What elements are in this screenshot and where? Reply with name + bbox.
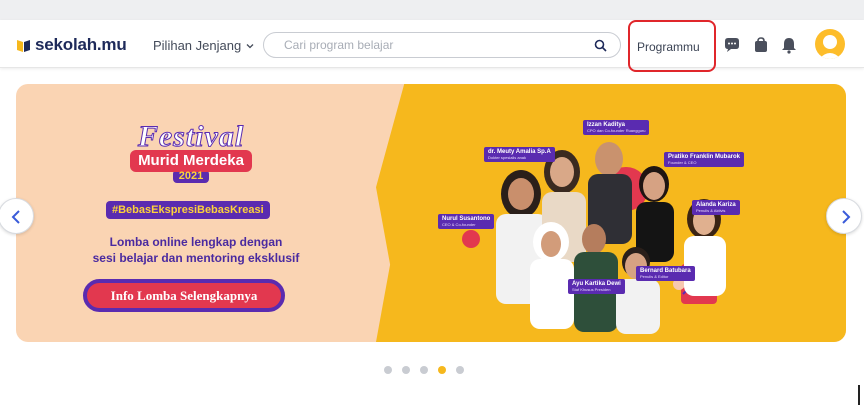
- festival-title: Festival: [137, 120, 245, 153]
- chevron-right-icon: [842, 210, 851, 224]
- speaker-tag-1: Izzan Kaditya CPO dan Co-founder Ruanggur…: [583, 120, 650, 135]
- book-logo-icon: [17, 39, 30, 52]
- hero-banner[interactable]: Festival Murid Merdeka 2021 #BebasEkspre…: [16, 84, 846, 342]
- programmu-link[interactable]: Programmu: [628, 20, 716, 72]
- carousel-dot-3[interactable]: [420, 366, 428, 374]
- info-lomba-button[interactable]: Info Lomba Selengkapnya: [83, 279, 285, 312]
- sekolahmu-logo[interactable]: sekolah.mu: [16, 35, 127, 55]
- banner-description: Lomba online lengkap dengan sesi belajar…: [76, 234, 316, 266]
- chevron-down-icon: [246, 43, 254, 48]
- speaker-tag-6: Ayu Kartika Dewi Staf Khusus Presiden: [568, 279, 625, 294]
- pilihan-jenjang-dropdown[interactable]: Pilihan Jenjang: [153, 38, 255, 53]
- search-icon[interactable]: [594, 39, 607, 52]
- jenjang-label: Pilihan Jenjang: [153, 38, 242, 53]
- programmu-label: Programmu: [637, 40, 700, 54]
- avatar[interactable]: [815, 29, 845, 59]
- bell-icon[interactable]: [780, 36, 798, 54]
- carousel-dot-1[interactable]: [384, 366, 392, 374]
- speakers-collage: Izzan Kaditya CPO dan Co-founder Ruanggur…: [438, 114, 746, 334]
- carousel-dot-4[interactable]: [438, 366, 446, 374]
- hashtag-badge: #BebasEkspresiBebasKreasi: [106, 201, 270, 219]
- description-line-2: sesi belajar dan mentoring eksklusif: [92, 251, 300, 265]
- browser-top-strip: [0, 0, 864, 20]
- carousel-dot-2[interactable]: [402, 366, 410, 374]
- logo-text: sekolah.mu: [35, 35, 127, 54]
- speaker-tag-3: Pratiko Franklin Mubarok Founder & CEO: [664, 152, 745, 167]
- top-navbar: sekolah.mu Pilihan Jenjang Programmu: [0, 20, 864, 72]
- carousel-next-button[interactable]: [826, 198, 862, 234]
- carousel-dots: [384, 366, 474, 374]
- search-input[interactable]: [284, 37, 584, 53]
- scrollbar-marker: [858, 385, 860, 405]
- festival-logo: Festival Murid Merdeka 2021: [111, 120, 271, 194]
- speaker-tag-2: dr. Meuty Amalia Sp.A Dokter spesialis an…: [484, 147, 555, 162]
- chevron-left-icon: [11, 210, 20, 224]
- user-avatar-icon: [819, 35, 841, 59]
- carousel-dot-5[interactable]: [456, 366, 464, 374]
- description-line-1: Lomba online lengkap dengan: [109, 235, 283, 249]
- search-bar: [263, 32, 621, 58]
- speaker-tag-7: Bernard Batubara Penulis & Editor: [636, 266, 695, 281]
- speaker-tag-5: Alanda Kariza Penulis & Aktivis: [692, 200, 740, 215]
- speaker-tag-4: Nurul Susantono CEO & Co-founder: [438, 214, 495, 229]
- chat-icon[interactable]: [723, 36, 741, 54]
- bag-icon[interactable]: [752, 36, 770, 54]
- festival-subtitle: Murid Merdeka: [130, 150, 252, 172]
